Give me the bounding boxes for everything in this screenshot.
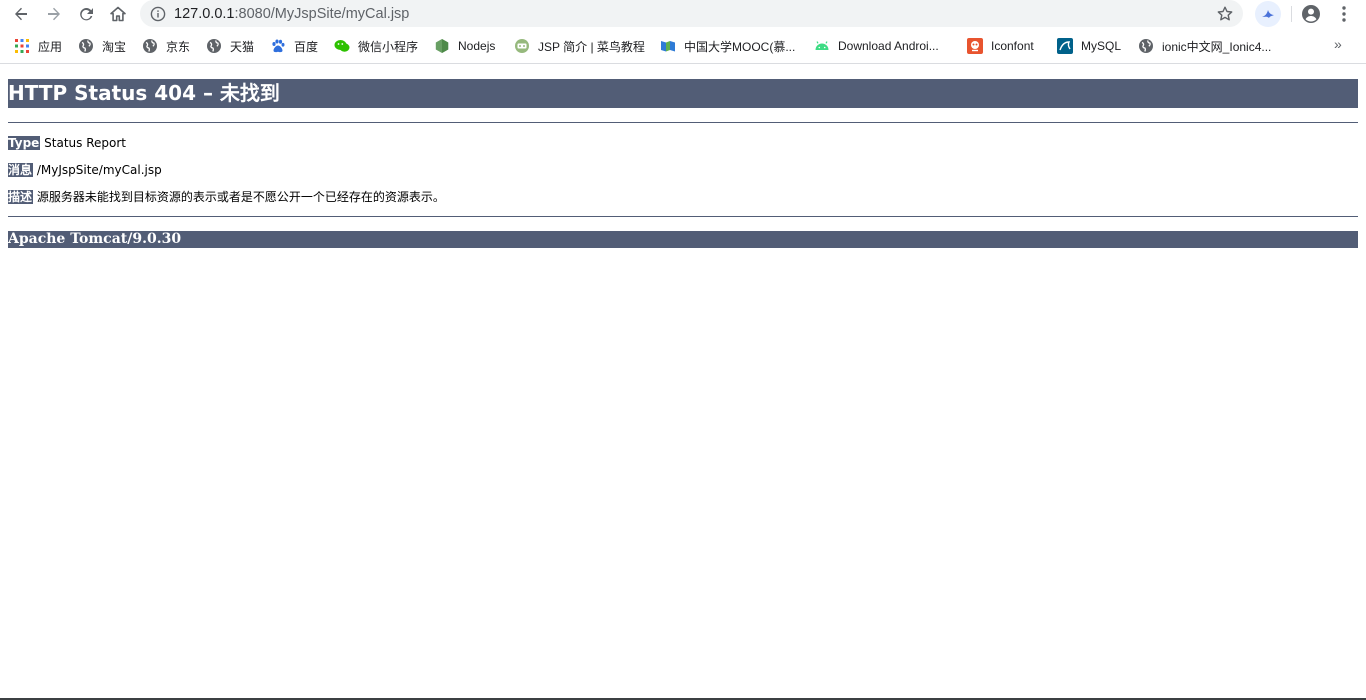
bookmark-ionic[interactable]: ionic中文网_Ionic4... xyxy=(1138,37,1271,55)
bookmarks-overflow-button[interactable]: » xyxy=(1334,36,1350,54)
message-label: 消息 xyxy=(8,163,34,177)
bookmark-download-android[interactable]: Download Androi... xyxy=(814,37,939,55)
back-button[interactable] xyxy=(9,2,33,26)
bookmark-label: 微信小程序 xyxy=(358,39,419,54)
globe-icon xyxy=(206,38,222,54)
message-row: 消息 /MyJspSite/myCal.jsp xyxy=(8,163,1358,177)
bookmark-label: Iconfont xyxy=(991,39,1034,53)
profile-button[interactable] xyxy=(1300,3,1322,25)
bookmark-star-icon[interactable] xyxy=(1215,4,1235,24)
iconfont-icon xyxy=(967,38,983,54)
type-label: Type xyxy=(8,136,41,150)
mooc-icon xyxy=(660,38,676,54)
android-icon xyxy=(814,38,830,54)
browser-toolbar: 127.0.0.1:8080/MyJspSite/myCal.jsp xyxy=(0,0,1366,28)
home-button[interactable] xyxy=(106,2,130,26)
page-title: HTTP Status 404 – 未找到 xyxy=(8,79,1358,108)
wechat-icon xyxy=(334,38,350,54)
forward-button[interactable] xyxy=(42,2,66,26)
chrome-menu-button[interactable] xyxy=(1334,3,1354,25)
site-info-icon[interactable] xyxy=(149,5,167,23)
extension-button[interactable] xyxy=(1255,1,1281,27)
reload-icon xyxy=(80,7,93,21)
bookmark-baidu[interactable]: 百度 xyxy=(270,37,318,55)
bookmark-label: 百度 xyxy=(294,39,319,54)
server-footer: Apache Tomcat/9.0.30 xyxy=(8,231,1358,248)
baidu-paw-icon xyxy=(270,38,286,54)
bookmarks-bar: 应用 淘宝 京东 天猫 百度 微信小程序 Nodejs JSP 简介 | 菜鸟教… xyxy=(0,30,1366,64)
bookmark-label: 中国大学MOOC(慕... xyxy=(684,39,796,54)
bookmark-apps[interactable]: 应用 xyxy=(14,37,62,55)
url-host: 127.0.0.1 xyxy=(174,5,235,22)
globe-icon xyxy=(1138,38,1154,54)
address-bar[interactable]: 127.0.0.1:8080/MyJspSite/myCal.jsp xyxy=(140,0,1243,27)
bookmark-label: 京东 xyxy=(166,39,191,54)
bookmark-mysql[interactable]: MySQL xyxy=(1057,37,1121,55)
url-text[interactable]: 127.0.0.1:8080/MyJspSite/myCal.jsp xyxy=(174,6,409,22)
toolbar-separator xyxy=(1291,6,1292,22)
globe-icon xyxy=(78,38,94,54)
globe-icon xyxy=(142,38,158,54)
back-arrow-icon xyxy=(15,7,27,21)
apps-grid-icon xyxy=(14,38,30,54)
bookmark-label: MySQL xyxy=(1081,39,1122,53)
nodejs-hexagon-icon xyxy=(434,38,450,54)
bookmark-icourse-mooc[interactable]: 中国大学MOOC(慕... xyxy=(660,37,795,55)
bookmark-label: ionic中文网_Ionic4... xyxy=(1162,39,1272,54)
profile-icon xyxy=(1302,5,1320,23)
type-value: Status Report xyxy=(44,136,126,150)
divider xyxy=(8,216,1358,217)
bookmark-runoob-jsp[interactable]: JSP 简介 | 菜鸟教程 xyxy=(514,37,645,55)
forward-arrow-icon xyxy=(48,7,60,21)
divider xyxy=(8,122,1358,123)
description-value: 源服务器未能找到目标资源的表示或者是不愿公开一个已经存在的资源表示。 xyxy=(36,190,445,204)
bookmark-jd[interactable]: 京东 xyxy=(142,37,190,55)
bookmark-taobao[interactable]: 淘宝 xyxy=(78,37,126,55)
bookmark-tmall[interactable]: 天猫 xyxy=(206,37,254,55)
home-icon xyxy=(110,6,126,22)
kebab-menu-icon xyxy=(1342,6,1346,22)
description-label: 描述 xyxy=(8,190,34,204)
bookmark-label: Download Androi... xyxy=(838,39,939,53)
bookmark-label: JSP 简介 | 菜鸟教程 xyxy=(538,39,645,54)
bookmark-wechat-miniprogram[interactable]: 微信小程序 xyxy=(334,37,418,55)
bookmark-iconfont[interactable]: Iconfont xyxy=(967,37,1034,55)
url-path: :8080/MyJspSite/myCal.jsp xyxy=(234,5,410,22)
reload-button[interactable] xyxy=(74,2,98,26)
extension-bird-icon xyxy=(1262,10,1274,18)
bookmark-nodejs[interactable]: Nodejs xyxy=(434,37,495,55)
type-row: Type Status Report xyxy=(8,136,1358,150)
bookmark-label: 应用 xyxy=(38,39,63,54)
bookmark-label: 淘宝 xyxy=(102,39,127,54)
page-content: HTTP Status 404 – 未找到 Type Status Report… xyxy=(8,64,1358,262)
description-row: 描述 源服务器未能找到目标资源的表示或者是不愿公开一个已经存在的资源表示。 xyxy=(8,190,1358,204)
bookmark-label: 天猫 xyxy=(230,39,255,54)
message-value: /MyJspSite/myCal.jsp xyxy=(36,163,162,177)
mysql-icon xyxy=(1057,38,1073,54)
bookmark-label: Nodejs xyxy=(458,39,496,53)
runoob-icon xyxy=(514,38,530,54)
